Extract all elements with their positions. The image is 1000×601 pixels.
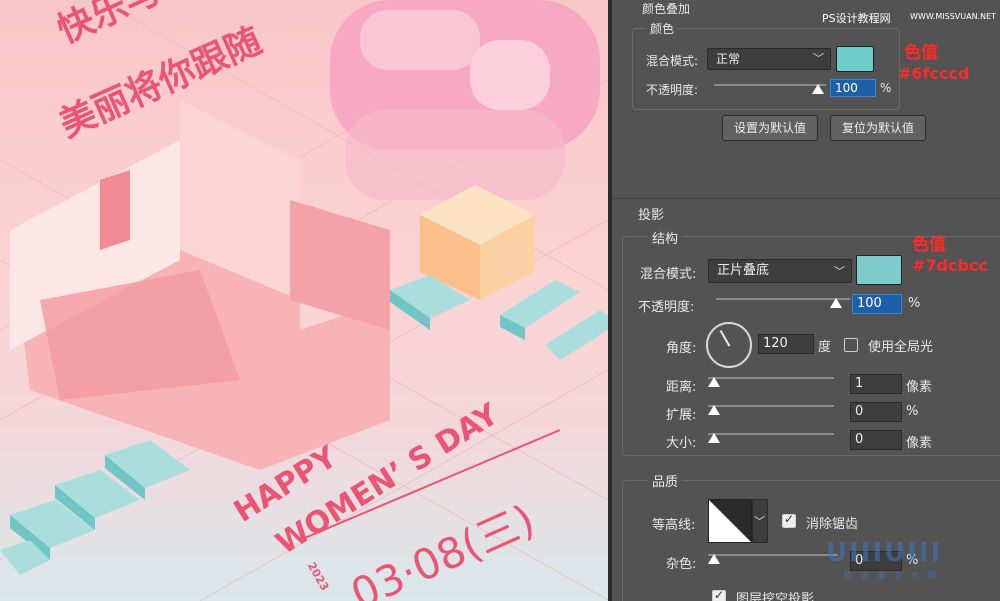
drop-shadow-title: 投影 — [638, 208, 665, 223]
chevron-down-icon: ﹀ — [834, 265, 845, 278]
ds-distance-thumb[interactable] — [708, 377, 720, 387]
ds-angle-input[interactable]: 120 — [758, 334, 814, 354]
ds-angle-unit: 度 — [818, 340, 832, 355]
poster-number-8 — [330, 0, 600, 200]
ds-color-swatch[interactable] — [856, 255, 902, 285]
ds-opacity-thumb[interactable] — [830, 298, 842, 308]
ds-size-thumb[interactable] — [708, 433, 720, 443]
reset-default-button[interactable]: 复位为默认值 — [830, 115, 926, 141]
brand-logo: UIIIUIII — [826, 538, 943, 568]
ds-distance-unit: 像素 — [906, 380, 933, 395]
ds-size-unit: 像素 — [906, 436, 933, 451]
ds-opacity-label: 不透明度: — [638, 300, 695, 315]
ds-annotation-title: 色值 — [912, 235, 946, 255]
co-annotation-value: #6fcccd — [898, 64, 970, 83]
noise-thumb[interactable] — [708, 554, 720, 564]
knockout-checkbox[interactable] — [712, 588, 726, 601]
ds-annotation-value: #7dcbcc — [912, 256, 988, 275]
antialias-checkbox[interactable] — [782, 512, 796, 528]
noise-slider[interactable] — [708, 554, 838, 556]
ds-spread-unit: % — [906, 404, 919, 419]
ds-blend-select[interactable]: 正片叠底 ﹀ — [708, 259, 852, 283]
layer-style-panel: PS设计教程网 WWW.MISSVUAN.NET 颜色叠加 颜色 混合模式: 正… — [608, 0, 1000, 601]
ds-opacity-percent: % — [908, 296, 921, 311]
ds-size-slider[interactable] — [708, 433, 834, 435]
ds-distance-label: 距离: — [666, 380, 697, 395]
angle-dial[interactable] — [706, 322, 752, 368]
co-opacity-input[interactable]: 100 — [830, 79, 876, 97]
quality-group-title: 品质 — [648, 471, 683, 490]
co-opacity-slider[interactable] — [714, 84, 826, 86]
watermark-url: WWW.MISSVUAN.NET — [910, 12, 997, 21]
panel-divider — [612, 198, 1000, 199]
co-blend-label: 混合模式: — [646, 54, 699, 68]
co-opacity-label: 不透明度: — [646, 83, 699, 97]
co-color-swatch[interactable] — [836, 46, 874, 72]
antialias-label: 消除锯齿 — [806, 517, 859, 532]
knockout-label: 图层挖空投影 — [736, 592, 815, 601]
ds-size-label: 大小: — [666, 436, 697, 451]
quality-group — [622, 480, 1000, 601]
co-blend-value: 正常 — [716, 52, 741, 66]
ds-spread-slider[interactable] — [708, 405, 834, 407]
contour-dropdown[interactable]: ﹀ — [752, 499, 768, 543]
global-light-checkbox[interactable] — [844, 338, 858, 352]
color-overlay-title: 颜色叠加 — [642, 2, 691, 16]
contour-label: 等高线: — [652, 518, 696, 533]
co-blend-select[interactable]: 正常 ﹀ — [707, 48, 831, 70]
ds-blend-value: 正片叠底 — [717, 263, 770, 278]
watermark-site: PS设计教程网 — [822, 12, 891, 25]
chevron-down-icon: ﹀ — [813, 52, 824, 65]
ds-spread-thumb[interactable] — [708, 405, 720, 415]
poster-number-3 — [10, 100, 390, 470]
ds-size-input[interactable]: 0 — [850, 430, 902, 450]
ds-opacity-input[interactable]: 100 — [852, 294, 902, 314]
global-light-label: 使用全局光 — [868, 340, 934, 355]
ds-spread-input[interactable]: 0 — [850, 402, 902, 422]
angle-dial-hand — [719, 330, 731, 347]
noise-label: 杂色: — [666, 557, 697, 572]
contour-preview[interactable] — [708, 499, 752, 543]
color-overlay-group-title: 颜色 — [646, 20, 679, 37]
poster-canvas: 快乐与你 美丽将你跟随 HAPPY WOMEN’ S DAY 03·08(三) … — [0, 0, 608, 601]
ds-angle-label: 角度: — [666, 341, 697, 356]
co-opacity-thumb[interactable] — [812, 84, 824, 94]
set-default-button[interactable]: 设置为默认值 — [722, 115, 818, 141]
ds-distance-slider[interactable] — [708, 377, 834, 379]
brand-subtitle: 优 设 看 文 作 网 — [844, 571, 939, 580]
ds-spread-label: 扩展: — [666, 408, 697, 423]
co-opacity-percent: % — [880, 81, 892, 95]
chevron-down-icon: ﹀ — [754, 515, 765, 528]
drop-shadow-group-title: 结构 — [648, 228, 683, 247]
ds-blend-label: 混合模式: — [640, 267, 697, 282]
co-annotation-title: 色值 — [904, 43, 938, 63]
ds-distance-input[interactable]: 1 — [850, 374, 902, 394]
